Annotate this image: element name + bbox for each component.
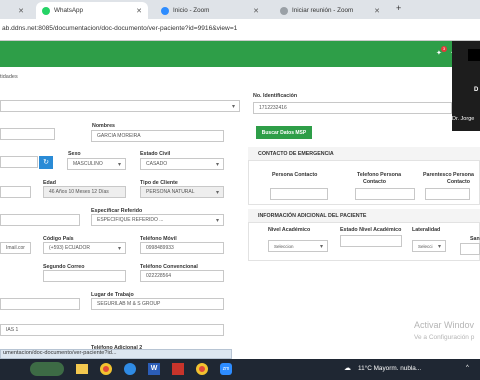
codigo-pais-select[interactable]: (+593) ECUADOR bbox=[43, 242, 126, 254]
chrome-icon[interactable] bbox=[196, 363, 208, 375]
lateralidad-select[interactable]: Selecci bbox=[412, 240, 446, 252]
weather-text[interactable]: 11°C Mayorm. nubla... bbox=[358, 365, 421, 372]
zoom-initial: D bbox=[474, 87, 479, 93]
buscar-msp-button[interactable]: Buscar Datos MSP bbox=[256, 126, 312, 139]
apellidos-field[interactable] bbox=[0, 128, 55, 140]
tab-whatsapp[interactable]: WhatsApp ✕ bbox=[36, 2, 148, 19]
partial-field[interactable] bbox=[0, 298, 80, 310]
nivel-academico-select[interactable]: Seleccion bbox=[268, 240, 328, 252]
edad-field: 46 Años 10 Meses 12 Días bbox=[43, 186, 126, 198]
widgets-icon[interactable] bbox=[30, 362, 64, 376]
telefono-contacto-field[interactable] bbox=[355, 188, 415, 200]
persona-contacto-field[interactable] bbox=[270, 188, 328, 200]
estado-civil-select[interactable]: CASADO bbox=[140, 158, 224, 170]
zoom-video-tile: D Dr. Jorge bbox=[452, 41, 480, 131]
new-tab-button[interactable]: + bbox=[396, 3, 401, 13]
app-header: ✦ 3 ▲ bbox=[0, 41, 480, 67]
telefono-movil-field[interactable]: 0998489933 bbox=[140, 242, 224, 254]
parentesco-field[interactable] bbox=[425, 188, 470, 200]
windows-watermark: Activar Windov bbox=[414, 320, 475, 330]
sangre-label: San bbox=[470, 236, 480, 242]
tab-zoom-inicio[interactable]: Inicio - Zoom ✕ bbox=[155, 2, 265, 19]
tab-partial[interactable]: ✕ bbox=[0, 2, 30, 19]
breadcrumb: tidades bbox=[0, 74, 18, 80]
whatsapp-icon bbox=[42, 6, 50, 15]
nombres-label: Nombres bbox=[92, 123, 115, 129]
nivel-academico-label: Nivel Académico bbox=[268, 227, 311, 233]
sexo-label: Sexo bbox=[68, 151, 81, 157]
zoom-participant-name: Dr. Jorge bbox=[452, 116, 475, 122]
windows-watermark-sub: Ve a Configuración p bbox=[414, 334, 475, 341]
entity-select[interactable] bbox=[0, 100, 240, 112]
app-icon[interactable] bbox=[172, 363, 184, 375]
zoom-icon bbox=[161, 6, 169, 15]
chrome-icon[interactable] bbox=[100, 363, 112, 375]
edge-icon[interactable] bbox=[124, 363, 136, 375]
email-field[interactable]: Imail.cor bbox=[0, 242, 31, 254]
weather-icon: ☁ bbox=[344, 365, 351, 372]
word-icon[interactable]: W bbox=[148, 363, 160, 375]
lateralidad-label: Lateralidad bbox=[412, 227, 441, 233]
tab-label: Inicio - Zoom bbox=[173, 7, 210, 14]
tab-zoom-reunion[interactable]: Iniciar reunión - Zoom ✕ bbox=[274, 2, 386, 19]
emergencia-title: CONTACTO DE EMERGENCIA bbox=[258, 151, 334, 157]
referido-field[interactable] bbox=[0, 214, 80, 226]
telefono-contacto-label-2: Contacto bbox=[363, 179, 386, 185]
close-tab-icon[interactable]: ✕ bbox=[374, 7, 380, 15]
lugar-trabajo-field[interactable]: SEGURILAB M & S GROUP bbox=[91, 298, 224, 310]
status-url: umentacion/doc-documento/ver-paciente?id… bbox=[0, 349, 232, 359]
tab-label: WhatsApp bbox=[54, 7, 84, 14]
adicional-title: INFORMACIÓN ADICIONAL DEL PACIENTE bbox=[258, 213, 367, 219]
notification-badge: 3 bbox=[441, 46, 447, 52]
refresh-icon[interactable]: ↻ bbox=[39, 156, 53, 169]
zoom-icon[interactable]: zm bbox=[220, 363, 232, 375]
telefono-conv-field[interactable]: 022228564 bbox=[140, 270, 224, 282]
identificacion-field[interactable]: 1712232416 bbox=[253, 102, 452, 114]
persona-contacto-label: Persona Contacto bbox=[272, 172, 318, 178]
tab-label: Iniciar reunión - Zoom bbox=[292, 7, 354, 14]
estado-civil-label: Estado Civil bbox=[140, 151, 171, 157]
close-tab-icon[interactable]: ✕ bbox=[18, 7, 24, 15]
fecha-field[interactable] bbox=[0, 156, 38, 168]
parentesco-label-2: Contacto bbox=[447, 179, 470, 185]
taskbar: W zm ☁ 11°C Mayorm. nubla... ^ bbox=[0, 359, 480, 380]
direccion-field[interactable]: IAS 1 bbox=[0, 324, 224, 336]
page-icon bbox=[280, 6, 288, 15]
sexo-select[interactable]: MASCULINO bbox=[67, 158, 126, 170]
estado-nivel-field[interactable] bbox=[340, 235, 402, 247]
telefono-contacto-label: Telefono Persona bbox=[357, 172, 402, 178]
partial-field[interactable] bbox=[0, 186, 31, 198]
expand-tray-icon[interactable]: ^ bbox=[466, 365, 469, 371]
file-explorer-icon[interactable] bbox=[76, 364, 88, 374]
sangre-field[interactable] bbox=[460, 243, 480, 255]
segundo-correo-field[interactable] bbox=[43, 270, 126, 282]
parentesco-label: Parentesco Persona bbox=[423, 172, 474, 178]
browser-tab-bar: ✕ WhatsApp ✕ Inicio - Zoom ✕ Iniciar reu… bbox=[0, 0, 480, 19]
estado-nivel-label: Estado Nivel Académico bbox=[340, 227, 402, 233]
especificar-select[interactable]: ESPECIFIQUE REFERIDO ... bbox=[91, 214, 224, 226]
avatar bbox=[468, 49, 480, 61]
close-tab-icon[interactable]: ✕ bbox=[253, 7, 259, 15]
nombres-field[interactable]: GARCIA MOREIRA bbox=[91, 130, 224, 142]
close-tab-icon[interactable]: ✕ bbox=[136, 7, 142, 15]
tipo-cliente-select[interactable]: PERSONA NATURAL bbox=[140, 186, 224, 198]
url-text[interactable]: ab.ddns.net:8085/documentacion/doc-docum… bbox=[2, 25, 237, 32]
identificacion-label: No. Identificación bbox=[253, 93, 298, 99]
